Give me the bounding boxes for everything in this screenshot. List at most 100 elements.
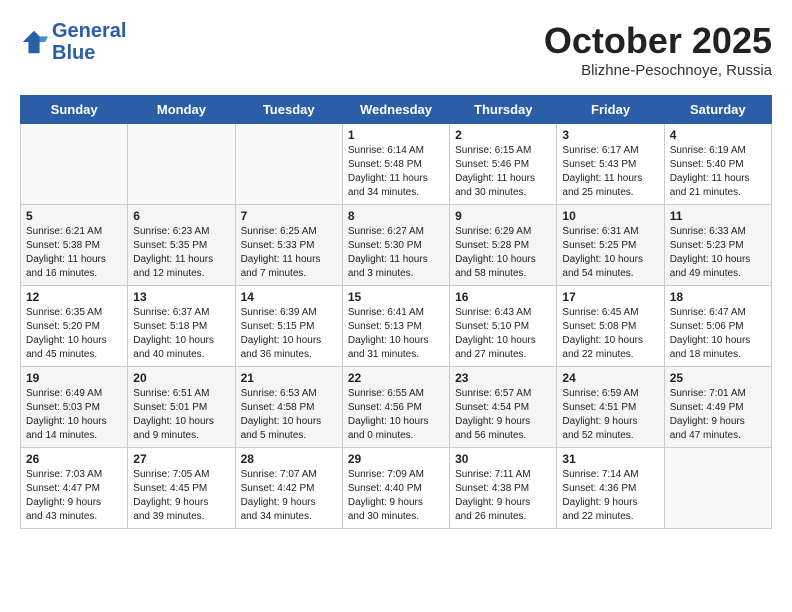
calendar-cell: 7 Sunrise: 6:25 AM Sunset: 5:33 PM Daylig… xyxy=(235,205,342,286)
day-number: 3 xyxy=(562,128,658,142)
logo-icon xyxy=(20,28,48,56)
cell-daylight-info: Sunrise: 6:57 AM Sunset: 4:54 PM Dayligh… xyxy=(455,387,551,443)
cell-daylight-info: Sunrise: 6:14 AM Sunset: 5:48 PM Dayligh… xyxy=(348,144,444,200)
day-number: 8 xyxy=(348,209,444,223)
calendar-cell xyxy=(664,448,771,529)
day-number: 25 xyxy=(670,371,766,385)
calendar-cell: 22Sunrise: 6:55 AM Sunset: 4:56 PM Dayli… xyxy=(342,367,449,448)
cell-daylight-info: Sunrise: 6:51 AM Sunset: 5:01 PM Dayligh… xyxy=(133,387,229,443)
cell-daylight-info: Sunrise: 6:53 AM Sunset: 4:58 PM Dayligh… xyxy=(241,387,337,443)
calendar-cell: 10 Sunrise: 6:31 AM Sunset: 5:25 PM Dayli… xyxy=(557,205,664,286)
day-number: 14 xyxy=(241,290,337,304)
calendar-cell: 14Sunrise: 6:39 AM Sunset: 5:15 PM Dayli… xyxy=(235,286,342,367)
month-title: October 2025 xyxy=(544,20,772,62)
day-number: 27 xyxy=(133,452,229,466)
cell-daylight-info: Sunrise: 6:21 AM Sunset: 5:38 PM Dayligh… xyxy=(26,225,122,281)
day-number: 6 xyxy=(133,209,229,223)
calendar-cell: 23Sunrise: 6:57 AM Sunset: 4:54 PM Dayli… xyxy=(450,367,557,448)
calendar-cell: 13 Sunrise: 6:37 AM Sunset: 5:18 PM Dayli… xyxy=(128,286,235,367)
day-number: 18 xyxy=(670,290,766,304)
day-number: 19 xyxy=(26,371,122,385)
day-number: 1 xyxy=(348,128,444,142)
header-day-tuesday: Tuesday xyxy=(235,96,342,124)
location: Blizhne-Pesochnoye, Russia xyxy=(544,62,772,79)
day-number: 7 xyxy=(241,209,337,223)
calendar-cell: 29 Sunrise: 7:09 AM Sunset: 4:40 PM Dayli… xyxy=(342,448,449,529)
calendar-cell: 2Sunrise: 6:15 AM Sunset: 5:46 PM Daylig… xyxy=(450,124,557,205)
day-number: 9 xyxy=(455,209,551,223)
calendar-cell: 30Sunrise: 7:11 AM Sunset: 4:38 PM Dayli… xyxy=(450,448,557,529)
cell-daylight-info: Sunrise: 6:19 AM Sunset: 5:40 PM Dayligh… xyxy=(670,144,766,200)
cell-daylight-info: Sunrise: 6:17 AM Sunset: 5:43 PM Dayligh… xyxy=(562,144,658,200)
calendar-cell: 16 Sunrise: 6:43 AM Sunset: 5:10 PM Dayli… xyxy=(450,286,557,367)
calendar-cell: 5Sunrise: 6:21 AM Sunset: 5:38 PM Daylig… xyxy=(21,205,128,286)
cell-daylight-info: Sunrise: 6:29 AM Sunset: 5:28 PM Dayligh… xyxy=(455,225,551,281)
cell-daylight-info: Sunrise: 6:15 AM Sunset: 5:46 PM Dayligh… xyxy=(455,144,551,200)
calendar-table: SundayMondayTuesdayWednesdayThursdayFrid… xyxy=(20,95,772,529)
day-number: 11 xyxy=(670,209,766,223)
calendar-cell: 19 Sunrise: 6:49 AM Sunset: 5:03 PM Dayli… xyxy=(21,367,128,448)
day-number: 21 xyxy=(241,371,337,385)
cell-daylight-info: Sunrise: 7:05 AM Sunset: 4:45 PM Dayligh… xyxy=(133,468,229,524)
week-row-1: 1 Sunrise: 6:14 AM Sunset: 5:48 PM Daylig… xyxy=(21,124,772,205)
day-number: 16 xyxy=(455,290,551,304)
cell-daylight-info: Sunrise: 7:01 AM Sunset: 4:49 PM Dayligh… xyxy=(670,387,766,443)
cell-daylight-info: Sunrise: 7:11 AM Sunset: 4:38 PM Dayligh… xyxy=(455,468,551,524)
day-number: 20 xyxy=(133,371,229,385)
calendar-cell: 1 Sunrise: 6:14 AM Sunset: 5:48 PM Daylig… xyxy=(342,124,449,205)
day-number: 13 xyxy=(133,290,229,304)
calendar-cell: 11 Sunrise: 6:33 AM Sunset: 5:23 PM Dayli… xyxy=(664,205,771,286)
week-row-5: 26Sunrise: 7:03 AM Sunset: 4:47 PM Dayli… xyxy=(21,448,772,529)
calendar-cell xyxy=(21,124,128,205)
cell-daylight-info: Sunrise: 6:41 AM Sunset: 5:13 PM Dayligh… xyxy=(348,306,444,362)
cell-daylight-info: Sunrise: 7:03 AM Sunset: 4:47 PM Dayligh… xyxy=(26,468,122,524)
week-row-3: 12 Sunrise: 6:35 AM Sunset: 5:20 PM Dayli… xyxy=(21,286,772,367)
day-number: 12 xyxy=(26,290,122,304)
day-number: 4 xyxy=(670,128,766,142)
cell-daylight-info: Sunrise: 7:07 AM Sunset: 4:42 PM Dayligh… xyxy=(241,468,337,524)
calendar-cell: 3 Sunrise: 6:17 AM Sunset: 5:43 PM Daylig… xyxy=(557,124,664,205)
cell-daylight-info: Sunrise: 6:23 AM Sunset: 5:35 PM Dayligh… xyxy=(133,225,229,281)
calendar-header: SundayMondayTuesdayWednesdayThursdayFrid… xyxy=(21,96,772,124)
header-day-saturday: Saturday xyxy=(664,96,771,124)
calendar-body: 1 Sunrise: 6:14 AM Sunset: 5:48 PM Daylig… xyxy=(21,124,772,529)
page-header: General Blue October 2025 Blizhne-Pesoch… xyxy=(20,20,772,79)
cell-daylight-info: Sunrise: 6:33 AM Sunset: 5:23 PM Dayligh… xyxy=(670,225,766,281)
day-number: 24 xyxy=(562,371,658,385)
day-number: 29 xyxy=(348,452,444,466)
day-number: 10 xyxy=(562,209,658,223)
logo: General Blue xyxy=(20,20,126,64)
cell-daylight-info: Sunrise: 7:09 AM Sunset: 4:40 PM Dayligh… xyxy=(348,468,444,524)
cell-daylight-info: Sunrise: 6:31 AM Sunset: 5:25 PM Dayligh… xyxy=(562,225,658,281)
calendar-cell: 6 Sunrise: 6:23 AM Sunset: 5:35 PM Daylig… xyxy=(128,205,235,286)
calendar-cell: 24 Sunrise: 6:59 AM Sunset: 4:51 PM Dayli… xyxy=(557,367,664,448)
day-number: 17 xyxy=(562,290,658,304)
week-row-2: 5Sunrise: 6:21 AM Sunset: 5:38 PM Daylig… xyxy=(21,205,772,286)
cell-daylight-info: Sunrise: 6:35 AM Sunset: 5:20 PM Dayligh… xyxy=(26,306,122,362)
calendar-cell: 8 Sunrise: 6:27 AM Sunset: 5:30 PM Daylig… xyxy=(342,205,449,286)
calendar-cell: 15 Sunrise: 6:41 AM Sunset: 5:13 PM Dayli… xyxy=(342,286,449,367)
calendar-cell: 21 Sunrise: 6:53 AM Sunset: 4:58 PM Dayli… xyxy=(235,367,342,448)
calendar-cell xyxy=(128,124,235,205)
day-number: 22 xyxy=(348,371,444,385)
header-day-monday: Monday xyxy=(128,96,235,124)
cell-daylight-info: Sunrise: 6:37 AM Sunset: 5:18 PM Dayligh… xyxy=(133,306,229,362)
day-number: 28 xyxy=(241,452,337,466)
calendar-cell: 27 Sunrise: 7:05 AM Sunset: 4:45 PM Dayli… xyxy=(128,448,235,529)
calendar-cell: 20 Sunrise: 6:51 AM Sunset: 5:01 PM Dayli… xyxy=(128,367,235,448)
cell-daylight-info: Sunrise: 6:25 AM Sunset: 5:33 PM Dayligh… xyxy=(241,225,337,281)
cell-daylight-info: Sunrise: 6:43 AM Sunset: 5:10 PM Dayligh… xyxy=(455,306,551,362)
calendar-cell: 12 Sunrise: 6:35 AM Sunset: 5:20 PM Dayli… xyxy=(21,286,128,367)
cell-daylight-info: Sunrise: 6:27 AM Sunset: 5:30 PM Dayligh… xyxy=(348,225,444,281)
calendar-cell: 25 Sunrise: 7:01 AM Sunset: 4:49 PM Dayli… xyxy=(664,367,771,448)
cell-daylight-info: Sunrise: 7:14 AM Sunset: 4:36 PM Dayligh… xyxy=(562,468,658,524)
header-row: SundayMondayTuesdayWednesdayThursdayFrid… xyxy=(21,96,772,124)
header-day-sunday: Sunday xyxy=(21,96,128,124)
calendar-cell: 9 Sunrise: 6:29 AM Sunset: 5:28 PM Daylig… xyxy=(450,205,557,286)
calendar-cell: 18Sunrise: 6:47 AM Sunset: 5:06 PM Dayli… xyxy=(664,286,771,367)
day-number: 15 xyxy=(348,290,444,304)
calendar-cell: 26Sunrise: 7:03 AM Sunset: 4:47 PM Dayli… xyxy=(21,448,128,529)
header-day-friday: Friday xyxy=(557,96,664,124)
cell-daylight-info: Sunrise: 6:59 AM Sunset: 4:51 PM Dayligh… xyxy=(562,387,658,443)
cell-daylight-info: Sunrise: 6:49 AM Sunset: 5:03 PM Dayligh… xyxy=(26,387,122,443)
